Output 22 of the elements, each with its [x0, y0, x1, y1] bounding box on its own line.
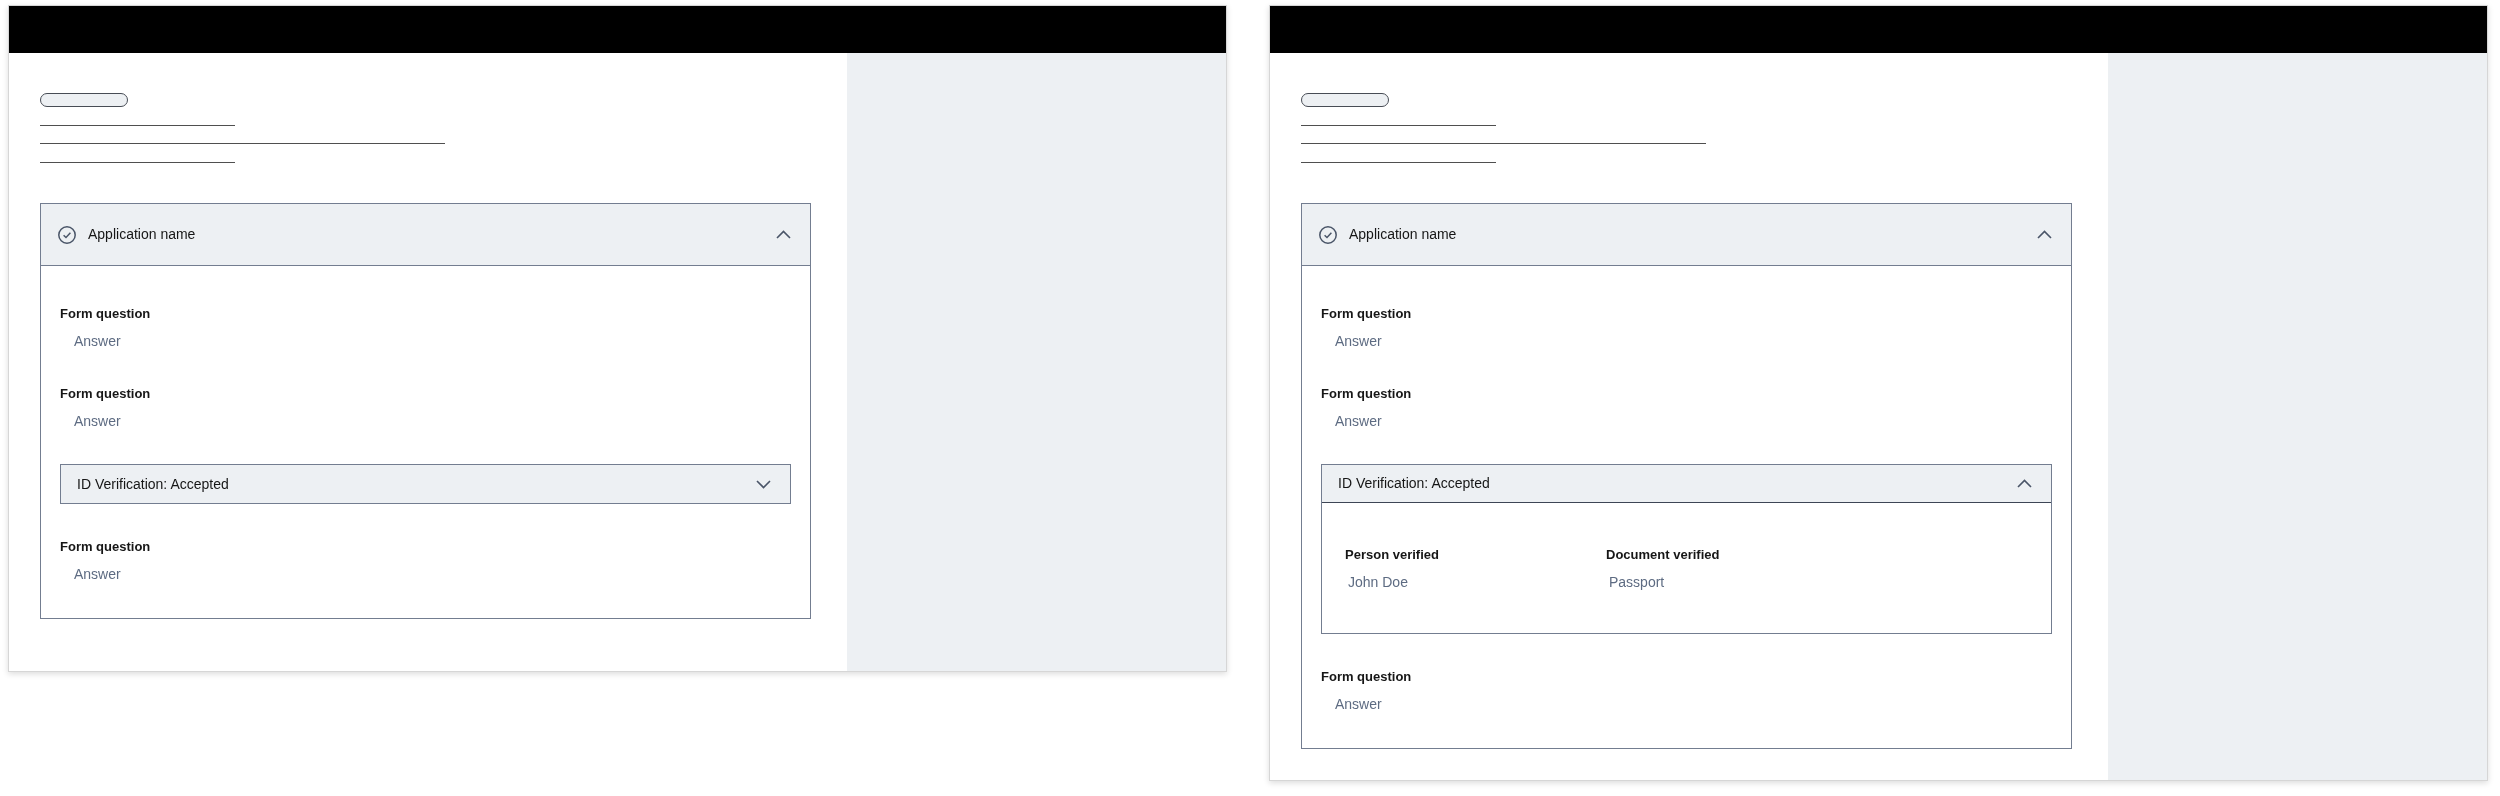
- answer-text: Answer: [73, 332, 121, 351]
- verification-header[interactable]: ID Verification: Accepted: [1322, 465, 2051, 503]
- question-label: Form question: [60, 538, 151, 556]
- check-circle-icon: [1319, 225, 1337, 244]
- question-label: Form question: [60, 305, 151, 323]
- field-value: John Doe: [1347, 573, 1408, 592]
- answer-text: Answer: [73, 412, 121, 431]
- question-label: Form question: [1321, 385, 1412, 403]
- question-label: Form question: [1321, 668, 1412, 686]
- question-label: Form question: [60, 385, 151, 403]
- field-label: Document verified: [1606, 546, 1720, 564]
- field-label: Person verified: [1345, 546, 1439, 564]
- answer-text: Answer: [73, 565, 121, 584]
- answer-text: Answer: [1334, 412, 1382, 431]
- question-label: Form question: [1321, 305, 1412, 323]
- field-value: Passport: [1608, 573, 1665, 592]
- accordion-header[interactable]: Application name: [41, 204, 810, 266]
- answer-text: Answer: [1334, 332, 1382, 351]
- verification-header[interactable]: ID Verification: Accepted: [61, 465, 790, 503]
- accordion-header[interactable]: Application name: [1302, 204, 2071, 266]
- answer-text: Answer: [1334, 695, 1382, 714]
- check-circle-icon: [58, 225, 76, 244]
